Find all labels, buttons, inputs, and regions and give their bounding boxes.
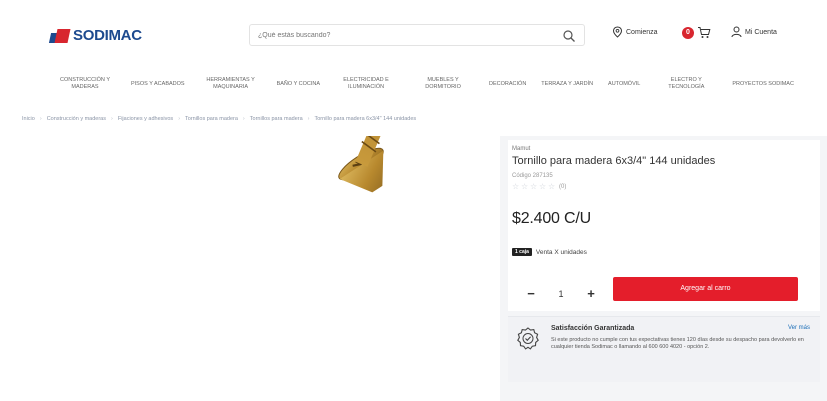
product-image-screw [338,136,464,193]
product-info-card: Mamut Tornillo para madera 6x3/4" 144 un… [508,140,820,311]
product-panel: Mamut Tornillo para madera 6x3/4" 144 un… [500,136,827,401]
guarantee-card: Satisfacción Garantizada Ver más Si este… [508,316,820,382]
site-header: SODIMAC Comienza 0 Mi Cuenta CONSTRUCCIÓ… [0,0,827,108]
breadcrumb-separator: › [242,116,245,122]
star-icon: ☆ [530,182,538,191]
breadcrumb-separator: › [39,116,42,122]
product-price: $2.400 C/U [512,210,591,227]
breadcrumb-separator: › [111,116,113,122]
product-gallery[interactable] [22,136,496,401]
location-label: Comienza [626,28,658,36]
star-icon: ☆ [512,182,520,191]
account-button[interactable]: Mi Cuenta [731,26,777,38]
breadcrumb-item[interactable]: Construcción y maderas [47,116,106,122]
unit-text: Venta X unidades [535,248,587,256]
cart-button[interactable]: 0 [682,26,711,39]
nav-item-construccion[interactable]: CONSTRUCCIÓN Y MADERAS [54,77,116,91]
breadcrumb-item[interactable]: Tornillos para madera [185,116,238,122]
product-brand[interactable]: Mamut [512,146,530,152]
breadcrumb-current: Tornillo para madera 6x3/4" 144 unidades [314,116,417,122]
nav-item-herramientas[interactable]: HERRAMIENTAS Y MAQUINARIA [200,77,262,91]
nav-item-proyectos[interactable]: PROYECTOS SODIMAC [732,81,794,88]
nav-item-terraza[interactable]: TERRAZA Y JARDÍN [541,81,593,88]
logo-mark-icon [48,28,71,43]
location-selector[interactable]: Comienza [612,26,658,38]
sodimac-logo[interactable]: SODIMAC [48,27,142,44]
rating-stars[interactable]: ☆ ☆ ☆ ☆ ☆ (0) [512,182,567,191]
search-bar[interactable] [249,24,585,46]
cart-count-badge: 0 [682,26,694,39]
star-icon: ☆ [539,182,547,191]
add-to-cart-button[interactable]: Agregar al carro [613,277,798,301]
nav-item-electricidad[interactable]: ELECTRICIDAD E ILUMINACIÓN [335,77,397,91]
search-icon[interactable] [562,29,576,43]
breadcrumb-item[interactable]: Fijaciones y adhesivos [118,116,173,122]
star-icon: ☆ [548,182,556,191]
user-icon [731,26,742,38]
quantity-stepper[interactable]: − 1 + [516,281,606,307]
guarantee-text: Si este producto no cumple con tus expec… [551,337,804,350]
nav-item-decoracion[interactable]: DECORACIÓN [489,81,526,88]
breadcrumb-separator: › [307,116,310,122]
nav-item-bano-cocina[interactable]: BAÑO Y COCINA [277,81,321,88]
breadcrumb-item[interactable]: Inicio [22,116,35,122]
logo-text: SODIMAC [73,27,142,44]
product-title: Tornillo para madera 6x3/4" 144 unidades [512,155,716,167]
cart-icon [698,27,711,38]
account-label: Mi Cuenta [745,28,777,36]
guarantee-more-link[interactable]: Ver más [788,325,810,331]
search-input[interactable] [258,28,548,43]
nav-item-pisos[interactable]: PISOS Y ACABADOS [131,81,185,88]
review-count: (0) [559,183,567,190]
product-sku: Código 287135 [512,173,553,179]
nav-item-muebles[interactable]: MUEBLES Y DORMITORIO [412,77,474,91]
nav-item-automovil[interactable]: AUTOMÓVIL [608,81,640,88]
breadcrumb-item[interactable]: Tornillos para madera [250,116,303,122]
nav-item-electro[interactable]: ELECTRO Y TECNOLOGÍA [655,77,717,91]
unit-tag: 1 caja [512,248,532,256]
breadcrumb-separator: › [178,116,181,122]
increase-quantity-button[interactable]: + [584,287,598,301]
category-nav: CONSTRUCCIÓN Y MADERAS PISOS Y ACABADOS … [54,73,794,95]
decrease-quantity-button[interactable]: − [524,287,538,301]
quantity-value[interactable]: 1 [558,289,563,299]
location-icon [612,26,623,38]
unit-info: 1 caja Venta X unidades [512,248,587,256]
star-icon: ☆ [521,182,529,191]
guarantee-icon [517,327,539,350]
guarantee-title: Satisfacción Garantizada [551,325,635,332]
breadcrumb: Inicio › Construcción y maderas › Fijaci… [22,116,416,122]
